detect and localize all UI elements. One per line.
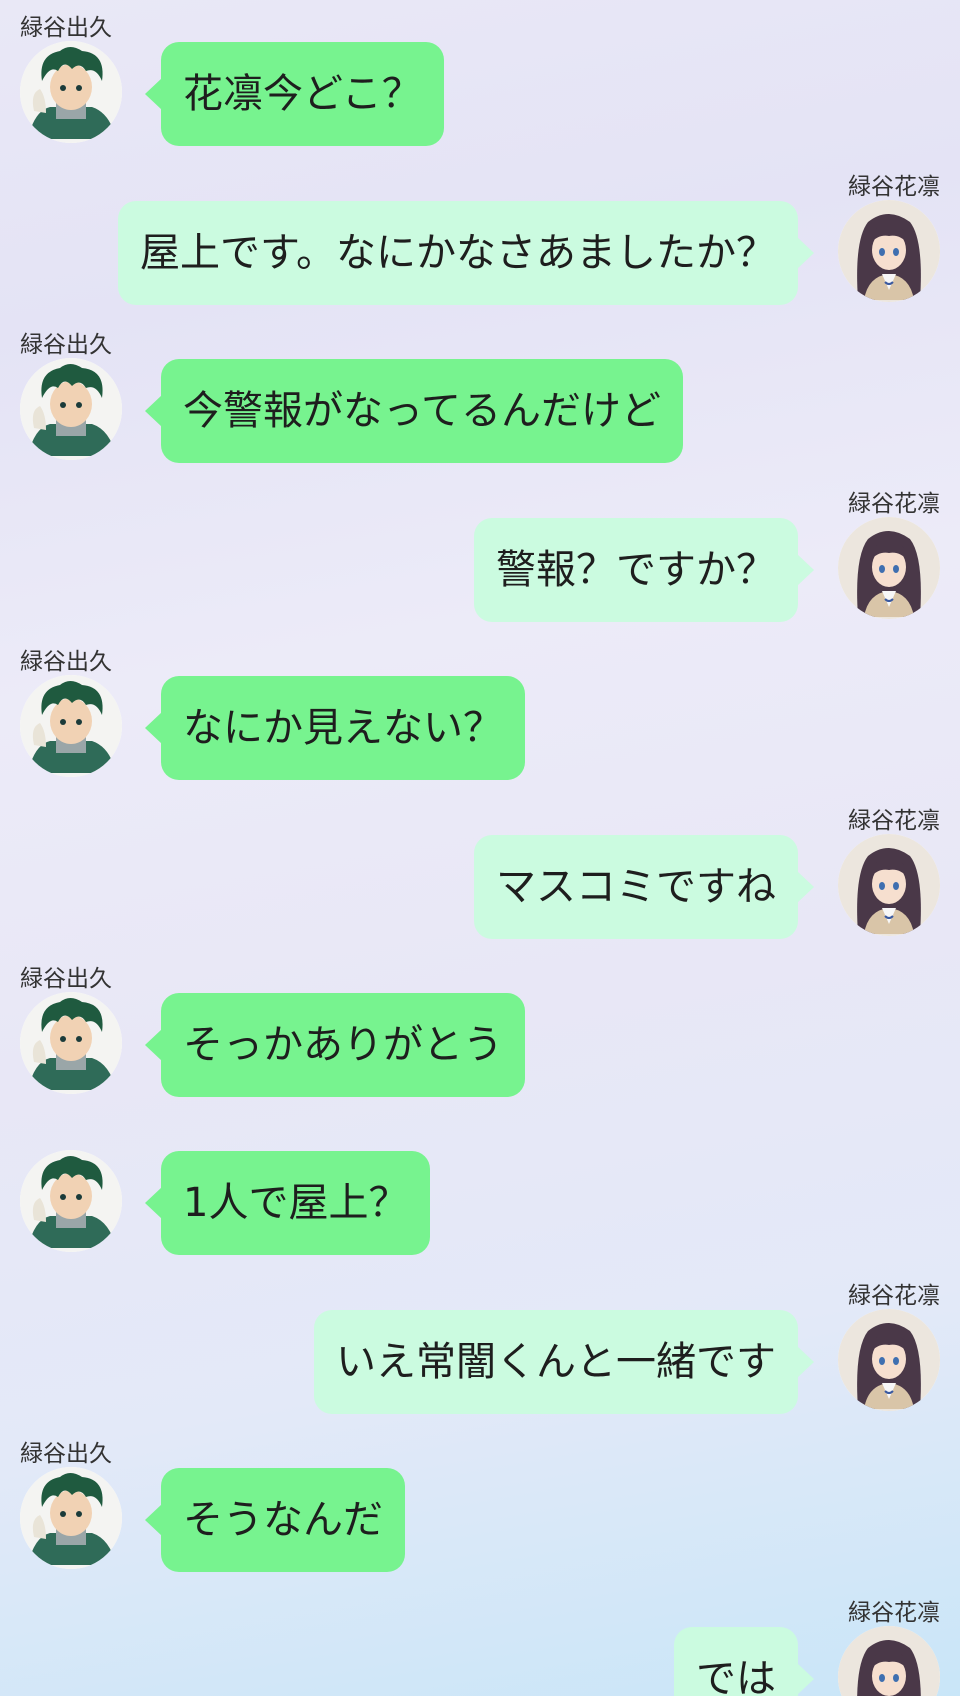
message-bubble[interactable]: そっかありがとう: [145, 993, 525, 1097]
long-haired-girl-avatar[interactable]: [838, 517, 940, 619]
message-bubble[interactable]: なにか見えない？: [145, 676, 525, 780]
sender-name: 緑谷花凛: [848, 1283, 940, 1309]
message-bubble[interactable]: いえ常闇くんと一緒です: [314, 1310, 814, 1414]
long-haired-girl-avatar[interactable]: [838, 1309, 940, 1411]
long-haired-girl-avatar[interactable]: [838, 834, 940, 936]
message-bubble[interactable]: 屋上です。なにかなさあましたか？: [118, 201, 814, 305]
sender-name: 緑谷花凛: [848, 174, 940, 200]
green-haired-boy-avatar[interactable]: [20, 675, 122, 777]
message-bubble[interactable]: では: [674, 1627, 814, 1696]
message-bubble[interactable]: 警報？ですか？: [474, 518, 814, 622]
green-haired-boy-avatar[interactable]: [20, 1150, 122, 1252]
sender-name: 緑谷花凛: [848, 1600, 940, 1626]
sender-name: 緑谷出久: [20, 966, 112, 992]
sender-name: 緑谷花凛: [848, 491, 940, 517]
sender-name: 緑谷出久: [20, 332, 112, 358]
green-haired-boy-avatar[interactable]: [20, 41, 122, 143]
message-bubble[interactable]: 花凛今どこ？: [145, 42, 444, 146]
message-bubble[interactable]: そうなんだ: [145, 1468, 405, 1572]
message-bubble[interactable]: マスコミですね: [474, 835, 814, 939]
sender-name: 緑谷出久: [20, 1441, 112, 1467]
message-bubble[interactable]: 今警報がなってるんだけど: [145, 359, 683, 463]
long-haired-girl-avatar[interactable]: [838, 1626, 940, 1696]
green-haired-boy-avatar[interactable]: [20, 1467, 122, 1569]
long-haired-girl-avatar[interactable]: [838, 200, 940, 302]
sender-name: 緑谷花凛: [848, 808, 940, 834]
chat-thread[interactable]: 緑谷出久 花凛今どこ？ 緑谷花凛 屋上です。なにかなさあましたか？ 緑谷出久 今警報がなっ…: [0, 0, 960, 1696]
sender-name: 緑谷出久: [20, 15, 112, 41]
message-bubble[interactable]: 1人で屋上？: [144, 1151, 431, 1255]
green-haired-boy-avatar[interactable]: [20, 358, 122, 460]
green-haired-boy-avatar[interactable]: [20, 992, 122, 1094]
sender-name: 緑谷出久: [20, 649, 112, 675]
